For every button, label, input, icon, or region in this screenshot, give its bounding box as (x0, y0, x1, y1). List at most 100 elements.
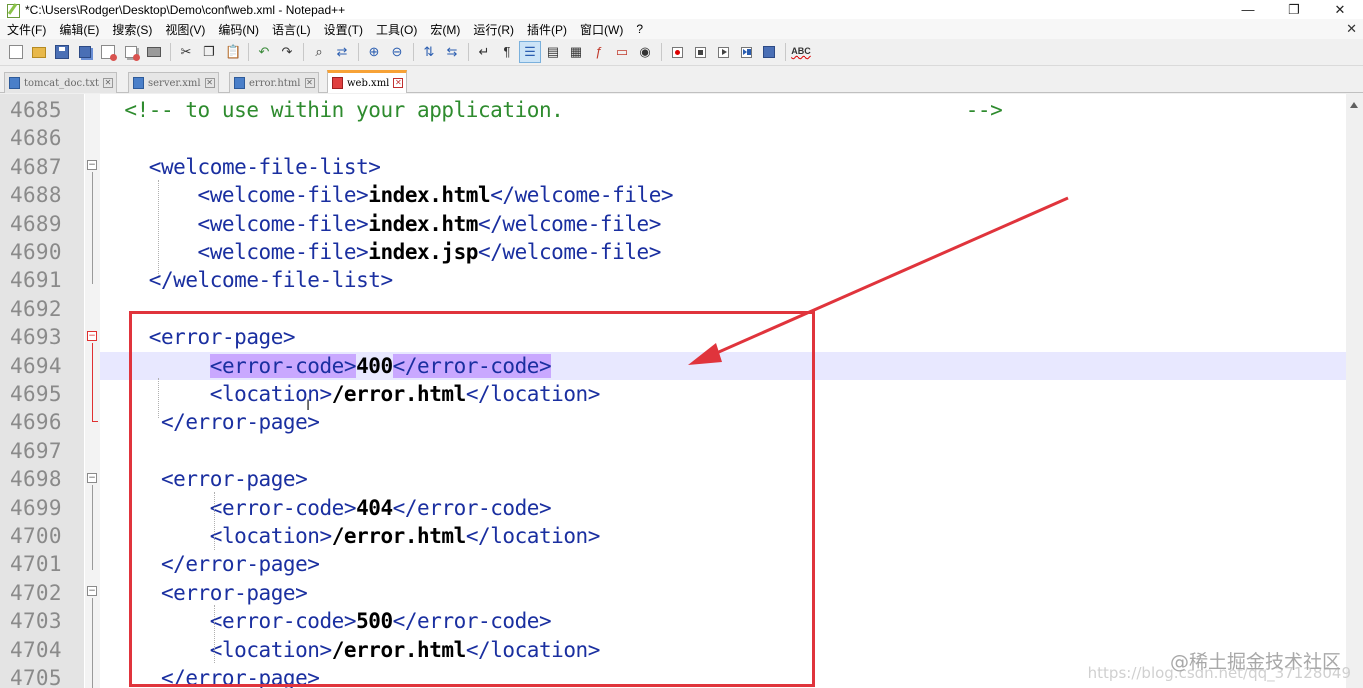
menu-view[interactable]: 视图(V) (158, 21, 211, 38)
word-wrap-button[interactable]: ↵ (473, 41, 495, 63)
find-button[interactable]: ⌕ (308, 41, 330, 63)
line-number: 4691 (10, 268, 62, 293)
toolbar-separator (303, 43, 304, 61)
stop-macro-button[interactable] (689, 41, 711, 63)
record-macro-button[interactable] (666, 41, 688, 63)
menu-file[interactable]: 文件(F) (0, 21, 52, 38)
fold-line (92, 172, 93, 284)
print-button[interactable] (143, 41, 165, 63)
tab-close-icon[interactable]: ✕ (204, 78, 215, 88)
close-button[interactable] (97, 41, 119, 63)
menu-plugins[interactable]: 插件(P) (520, 21, 573, 38)
run-macro-multiple-button[interactable] (735, 41, 757, 63)
zoom-out-button[interactable]: ⊖ (386, 41, 408, 63)
replace-button[interactable]: ⇄ (331, 41, 353, 63)
watermark-brand: @稀土掘金技术社区 (1169, 651, 1341, 673)
sync-vertical-button[interactable]: ⇅ (418, 41, 440, 63)
line-number: 4700 (10, 524, 62, 548)
save-macro-button[interactable] (758, 41, 780, 63)
save-macro-icon (763, 46, 775, 58)
monitoring-icon: ◉ (639, 44, 651, 59)
user-language-button[interactable]: ▤ (542, 41, 564, 63)
close-window-button[interactable]: ✕ (1317, 0, 1363, 19)
cut-button[interactable]: ✂ (175, 41, 197, 63)
folder-as-workspace-button[interactable]: ▭ (611, 41, 633, 63)
monitoring-button[interactable]: ◉ (634, 41, 656, 63)
code-text[interactable]: <welcome-file>index.jsp</welcome-file> (100, 238, 662, 266)
line-number: 4698 (10, 467, 62, 492)
function-list-button[interactable]: ƒ (588, 41, 610, 63)
xml-tag: <welcome-file> (197, 183, 369, 208)
code-text[interactable]: <welcome-file-list> (100, 153, 381, 181)
code-text[interactable]: <welcome-file>index.html</welcome-file> (100, 181, 674, 209)
close-all-button[interactable] (120, 41, 142, 63)
run-macro-multiple-icon (740, 46, 752, 58)
save-button[interactable] (51, 41, 73, 63)
tab-close-icon[interactable]: ✕ (304, 78, 315, 88)
open-icon (32, 46, 46, 58)
show-all-chars-button[interactable]: ¶ (496, 41, 518, 63)
line-number: 4697 (10, 438, 62, 463)
xml-tag: </welcome-file> (478, 240, 661, 264)
code-line[interactable]: 4689 <welcome-file>index.htm</welcome-fi… (0, 210, 1346, 238)
code-line[interactable]: 4687 <welcome-file-list> (0, 153, 1346, 181)
code-line[interactable]: 4691 </welcome-file-list> (0, 266, 1346, 294)
code-text[interactable]: <!-- to use within your application. --> (100, 96, 1002, 124)
new-button[interactable] (5, 41, 27, 63)
line-number: 4685 (10, 98, 62, 122)
spell-check-icon: ABC (791, 46, 811, 56)
fold-collapse-icon[interactable]: − (87, 586, 97, 596)
line-number: 4687 (10, 154, 62, 179)
code-text[interactable]: </welcome-file-list> (100, 266, 393, 294)
xml-text: index.html (368, 183, 491, 208)
document-map-button[interactable]: ▦ (565, 41, 587, 63)
tab-close-icon[interactable]: ✕ (102, 78, 113, 88)
code-line[interactable]: 4690 <welcome-file>index.jsp</welcome-fi… (0, 238, 1346, 266)
menu-settings[interactable]: 设置(T) (317, 21, 369, 38)
line-number: 4690 (10, 240, 62, 264)
redo-button[interactable]: ↷ (276, 41, 298, 63)
undo-button[interactable]: ↶ (253, 41, 275, 63)
menu-language[interactable]: 语言(L) (265, 21, 317, 38)
menu-run[interactable]: 运行(R) (466, 21, 520, 38)
fold-collapse-icon[interactable]: − (87, 331, 97, 341)
open-button[interactable] (28, 41, 50, 63)
code-line[interactable]: 4685 <!-- to use within your application… (0, 96, 1346, 124)
sync-horizontal-button[interactable]: ⇆ (441, 41, 463, 63)
code-text[interactable]: <welcome-file>index.htm</welcome-file> (100, 210, 662, 238)
vertical-scrollbar[interactable] (1346, 94, 1363, 688)
window-controls: — ❐ ✕ (1225, 0, 1363, 19)
sync-horizontal-icon: ⇆ (446, 44, 458, 59)
zoom-in-icon: ⊕ (368, 44, 380, 59)
menu-encoding[interactable]: 编码(N) (211, 21, 265, 38)
play-macro-button[interactable] (712, 41, 734, 63)
toolbar-separator (413, 43, 414, 61)
copy-button[interactable]: ❐ (198, 41, 220, 63)
restore-button[interactable]: ❐ (1271, 0, 1317, 19)
tab-close-icon[interactable]: ✕ (393, 78, 404, 88)
scroll-up-icon[interactable] (1350, 102, 1358, 108)
fold-collapse-icon[interactable]: − (87, 473, 97, 483)
tab-web-xml[interactable]: web.xml ✕ (327, 70, 408, 93)
tab-error-html[interactable]: error.html ✕ (229, 72, 319, 93)
save-all-button[interactable] (74, 41, 96, 63)
menu-window[interactable]: 窗口(W) (573, 21, 629, 38)
tab-server-xml[interactable]: server.xml ✕ (128, 72, 219, 93)
minimize-button[interactable]: — (1225, 0, 1271, 19)
code-line[interactable]: 4688 <welcome-file>index.html</welcome-f… (0, 181, 1346, 209)
paste-button[interactable]: 📋 (221, 41, 243, 63)
code-line[interactable]: 4686 (0, 124, 1346, 152)
menu-macro[interactable]: 宏(M) (423, 21, 466, 38)
zoom-in-button[interactable]: ⊕ (363, 41, 385, 63)
indent-guide-button[interactable]: ☰ (519, 41, 541, 63)
spell-check-button[interactable]: ABC (790, 41, 812, 63)
menu-edit[interactable]: 编辑(E) (52, 21, 105, 38)
menu-tools[interactable]: 工具(O) (369, 21, 423, 38)
xml-tag: <welcome-file-list> (148, 154, 381, 179)
menu-help[interactable]: ? (629, 22, 649, 36)
tab-tomcat-doc[interactable]: tomcat_doc.txt ✕ (4, 72, 117, 93)
menu-search[interactable]: 搜索(S) (105, 21, 158, 38)
fold-collapse-icon[interactable]: − (87, 160, 97, 170)
close-document-button[interactable]: ✕ (1346, 21, 1357, 37)
